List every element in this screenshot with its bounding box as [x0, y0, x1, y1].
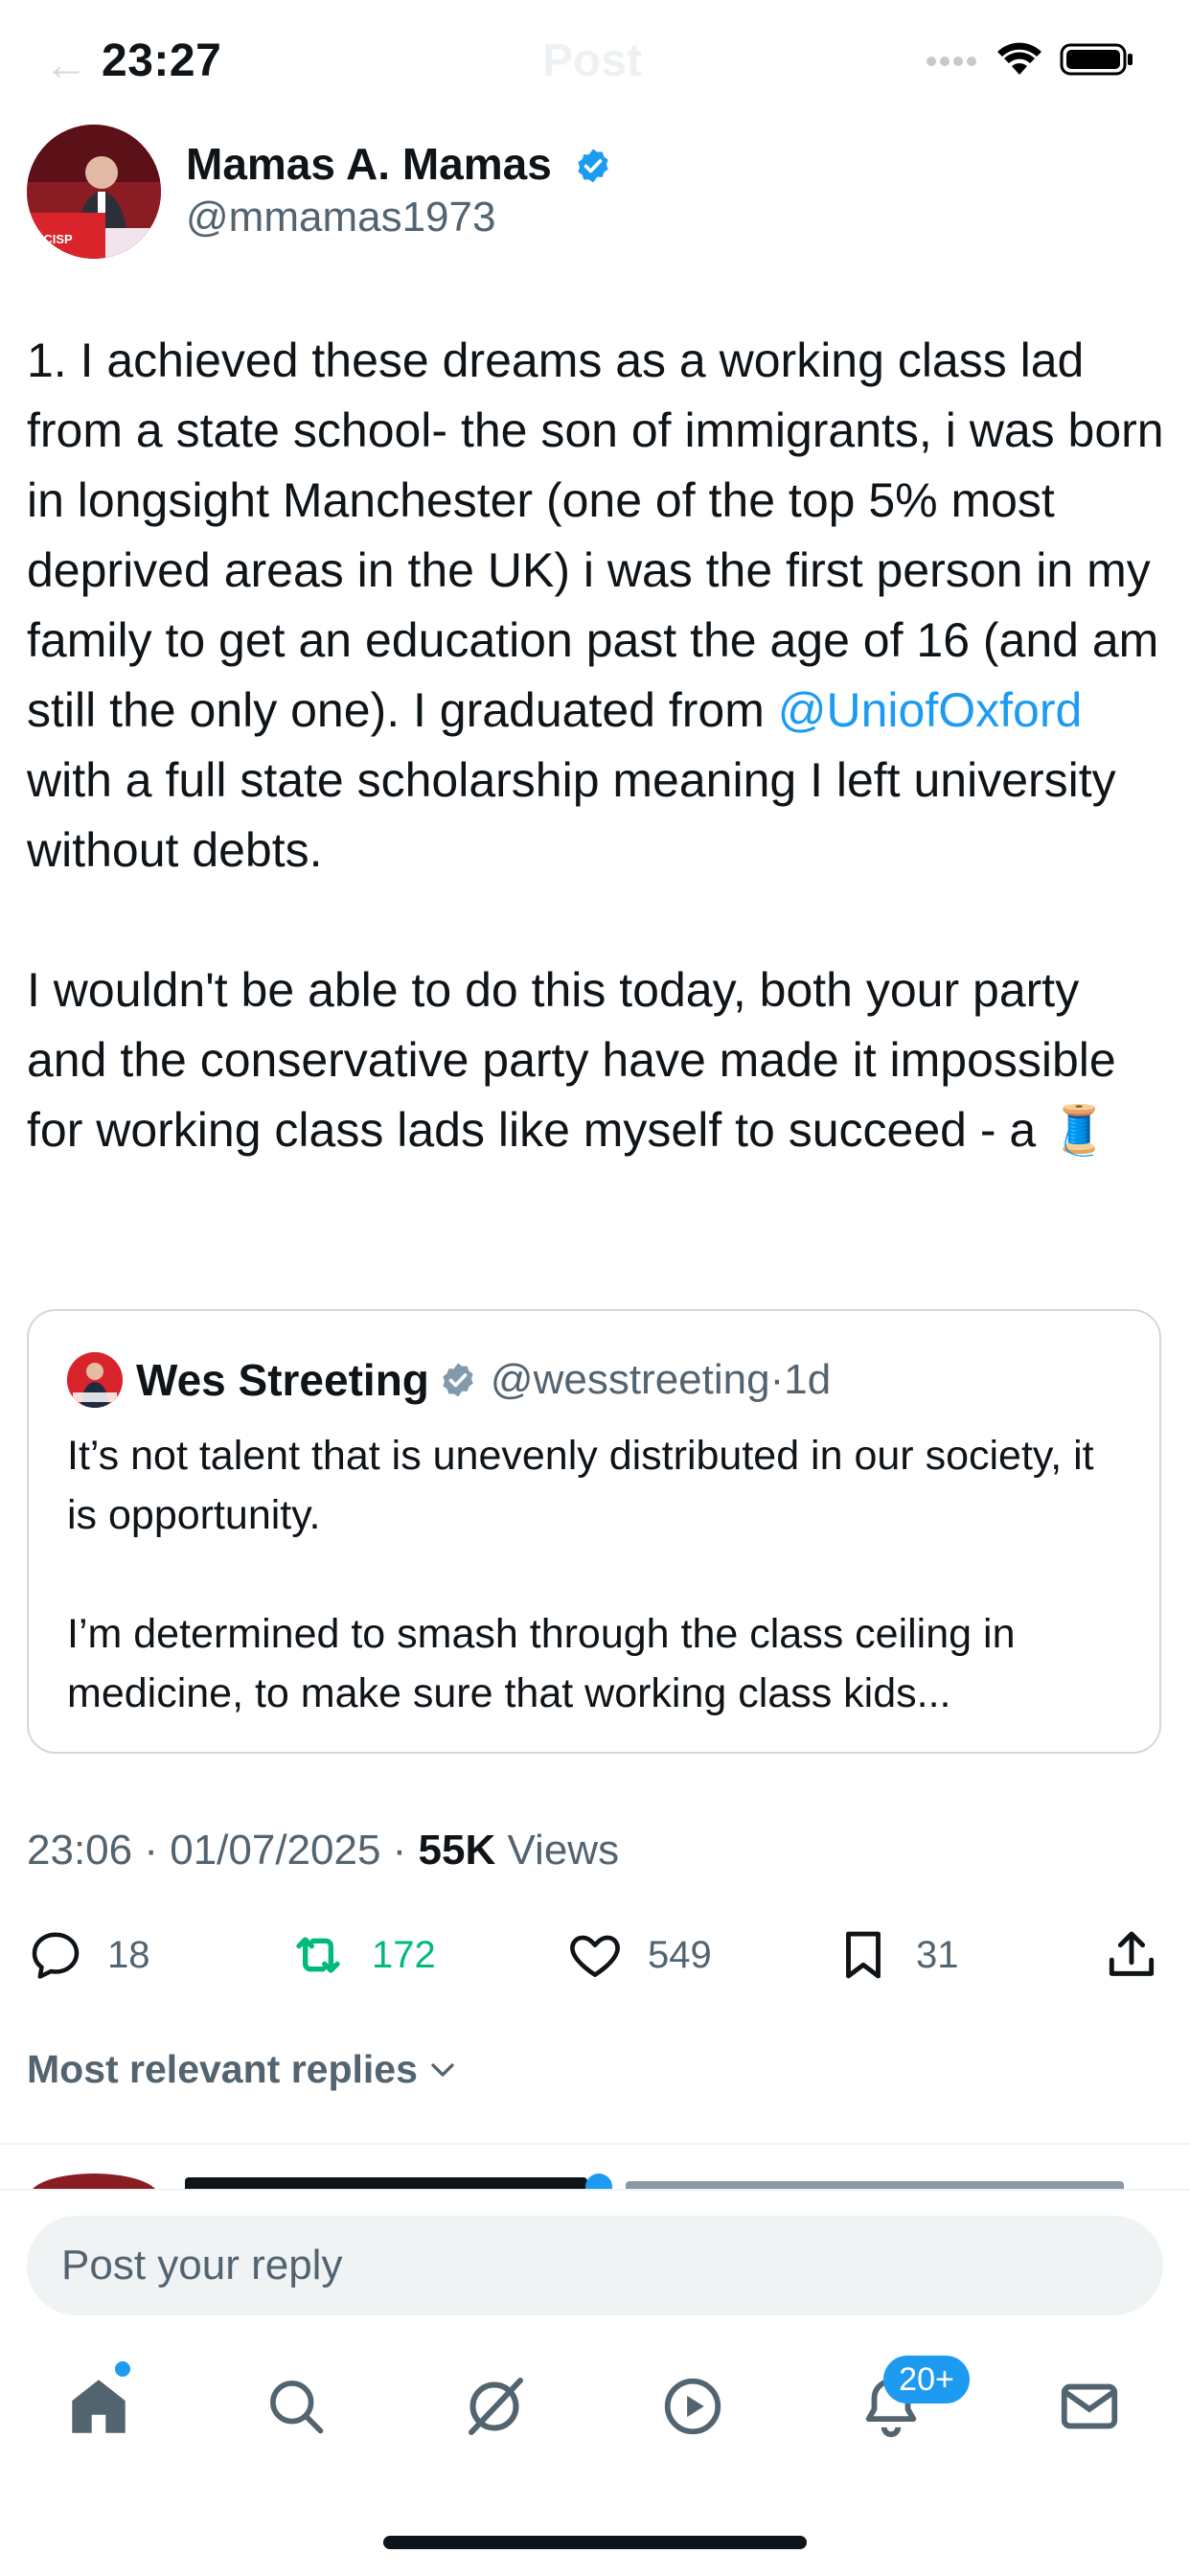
status-icons [926, 42, 1134, 77]
divider [0, 2143, 1190, 2145]
reply-composer-bar: Post your reply [0, 2189, 1190, 2576]
tweet-text-part: with a full state scholarship meaning I … [27, 753, 1116, 877]
quoted-post-text: It’s not talent that is unevenly distrib… [67, 1426, 1131, 1723]
views-count[interactable]: 55K [419, 1827, 496, 1874]
tab-home[interactable] [41, 2354, 156, 2459]
tab-video[interactable] [635, 2354, 750, 2459]
repost-icon [296, 1937, 340, 1973]
video-icon [664, 2378, 721, 2435]
author-handle[interactable]: @mmamas1973 [186, 194, 495, 242]
quoted-time: 1d [784, 1356, 832, 1403]
wifi-icon [997, 42, 1041, 75]
like-button[interactable]: 549 [565, 1921, 712, 1989]
like-count: 549 [648, 1933, 712, 1976]
meta-separator: · [132, 1827, 171, 1874]
post-meta: 23:06 · 01/07/2025 · 55K Views [27, 1827, 619, 1874]
tab-search[interactable] [239, 2354, 354, 2459]
quoted-dot: · [769, 1356, 785, 1403]
author-name-text: Mamas A. Mamas [186, 139, 552, 189]
chevron-down-icon [431, 2062, 454, 2077]
post-date: 01/07/2025 [170, 1827, 381, 1874]
home-icon [72, 2380, 126, 2433]
author-avatar[interactable]: BCISP [27, 125, 161, 259]
verified-badge-icon [577, 149, 608, 183]
home-unread-dot [115, 2361, 130, 2377]
tab-messages[interactable] [1032, 2354, 1147, 2459]
quoted-paragraph-1: It’s not talent that is unevenly distrib… [67, 1433, 1094, 1538]
back-arrow-icon[interactable]: ← [44, 38, 88, 90]
status-time: 23:27 [102, 35, 222, 86]
meta-separator: · [380, 1827, 419, 1874]
replies-sort-label: Most relevant replies [27, 2047, 418, 2091]
grok-icon [469, 2378, 523, 2435]
reply-count: 18 [107, 1933, 150, 1976]
thread-emoji: 🧵 [1049, 1103, 1110, 1157]
bottom-tab-bar [0, 2354, 1190, 2459]
signal-icon [927, 57, 976, 66]
heart-icon [570, 1935, 620, 1977]
avatar-podium-text: BCISP [34, 232, 73, 246]
quoted-author-avatar [67, 1352, 123, 1408]
messages-icon [1061, 2383, 1118, 2429]
tweet-body: 1. I achieved these dreams as a working … [27, 326, 1167, 1165]
views-label[interactable]: Views [495, 1827, 619, 1874]
author-header: BCISP Mamas A. Mamas @mmamas1973 [27, 125, 1167, 259]
tweet-text-part: I wouldn't be able to do this today, bot… [27, 963, 1116, 1157]
bookmark-count: 31 [916, 1933, 959, 1976]
share-icon [1109, 1931, 1155, 1976]
tab-grok[interactable] [437, 2354, 552, 2459]
quoted-paragraph-2: I’m determined to smash through the clas… [67, 1611, 1016, 1716]
replies-sort-dropdown[interactable]: Most relevant replies [27, 2047, 462, 2092]
battery-icon [1060, 43, 1133, 76]
status-bar: ← 23:27 Post [0, 0, 1190, 125]
share-button[interactable] [1102, 1921, 1184, 1989]
reply-input[interactable]: Post your reply [27, 2216, 1163, 2315]
tweet-paragraph-2: I wouldn't be able to do this today, bot… [27, 955, 1167, 1165]
post-actions: 18 172 549 31 [27, 1921, 1167, 1989]
repost-button[interactable]: 172 [287, 1921, 436, 1989]
post-time: 23:06 [27, 1827, 133, 1874]
search-icon [270, 2380, 324, 2434]
home-indicator[interactable] [383, 2536, 807, 2549]
quoted-author-handle: @wesstreeting·1d [491, 1356, 831, 1404]
tweet-text-part: 1. I achieved these dreams as a working … [27, 334, 1164, 737]
quoted-handle-text: @wesstreeting [490, 1356, 770, 1403]
repost-count: 172 [372, 1933, 436, 1976]
reply-button[interactable]: 18 [27, 1921, 150, 1989]
quoted-author-name: Wes Streeting [136, 1355, 429, 1405]
notifications-badge: 20+ [883, 2356, 970, 2404]
page-title: Post [542, 35, 643, 86]
tweet-paragraph-1: 1. I achieved these dreams as a working … [27, 326, 1167, 886]
author-name[interactable]: Mamas A. Mamas [186, 138, 612, 190]
quoted-post-card[interactable]: Wes Streeting @wesstreeting·1d It’s not … [27, 1309, 1161, 1754]
reply-icon [32, 1932, 80, 1979]
bookmark-icon [846, 1931, 881, 1979]
quoted-post-header: Wes Streeting @wesstreeting·1d [67, 1349, 831, 1411]
bookmark-button[interactable]: 31 [834, 1921, 959, 1989]
verified-gray-badge-icon [443, 1363, 473, 1397]
mention-link[interactable]: @UniofOxford [778, 683, 1083, 737]
